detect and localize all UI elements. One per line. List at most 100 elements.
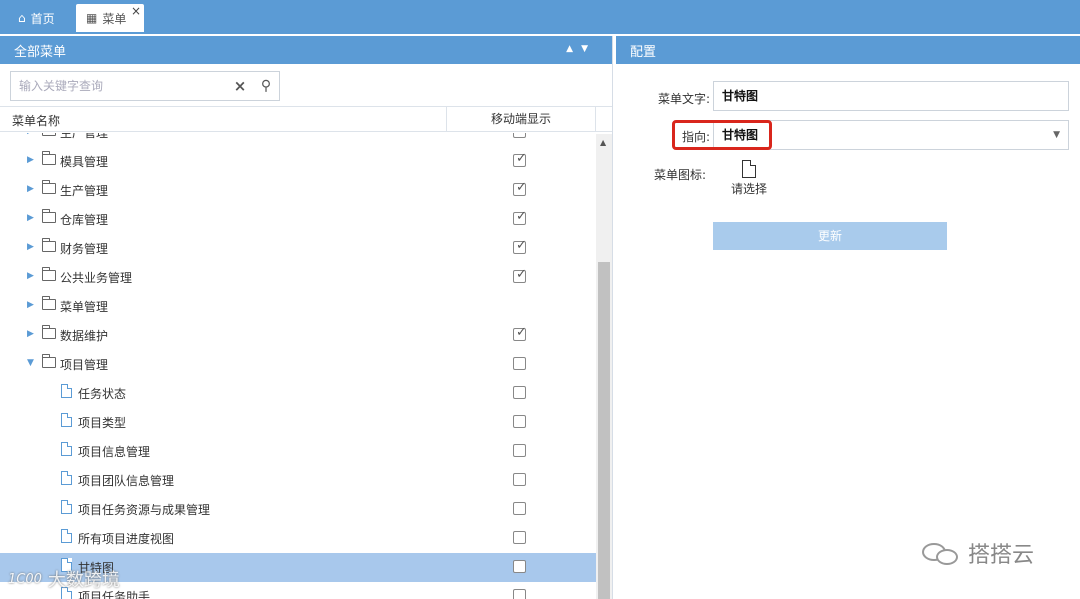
tree-row[interactable]: ▶ 生产管理 ✓ [0, 133, 596, 147]
tab-home[interactable]: ⌂ 首页 [8, 4, 65, 32]
tree-row[interactable]: 项目团队信息管理 [0, 466, 596, 495]
chevron-right-icon[interactable]: ▶ [27, 155, 34, 165]
tab-menu[interactable]: ▦ 菜单 × [76, 4, 144, 32]
file-icon [61, 500, 72, 514]
chevron-down-icon[interactable]: ▼ [27, 358, 34, 368]
mobile-display-checkbox[interactable] [513, 502, 526, 515]
search-icon[interactable]: ⚲ [253, 78, 279, 94]
close-icon[interactable]: × [131, 4, 141, 18]
check-icon: ✓ [516, 209, 527, 224]
folder-icon [42, 133, 56, 136]
tree-row-label: 菜单管理 [60, 300, 109, 314]
tab-menu-label: 菜单 [102, 11, 127, 26]
update-button[interactable]: 更新 [713, 222, 947, 250]
menu-tree-panel: 全部菜单 ▲▼ × ⚲ 菜单名称 移动端显示 ▶生产管理✓▶模具管理✓▶生产管理… [0, 36, 613, 599]
mobile-display-checkbox[interactable] [513, 357, 526, 370]
column-mobile-display: 移动端显示 [446, 107, 596, 131]
mobile-display-checkbox[interactable]: ✓ [513, 267, 527, 283]
check-icon: ✓ [516, 151, 527, 166]
mobile-display-checkbox[interactable] [513, 473, 526, 486]
menu-tree-header: 全部菜单 ▲▼ [0, 36, 612, 64]
tree-row[interactable]: ▶ 数据维护 ✓ [0, 321, 596, 350]
chevron-right-icon[interactable]: ▶ [27, 242, 34, 252]
menu-text-field[interactable]: 甘特图 [713, 81, 1069, 111]
search-input[interactable] [11, 73, 227, 99]
tree-row-label: 数据维护 [60, 329, 109, 343]
tree-row[interactable]: ▶ 生产管理 ✓ [0, 176, 596, 205]
watermark-logo: 1C00 [8, 571, 42, 587]
chevron-right-icon[interactable]: ▶ [27, 213, 34, 223]
mobile-display-checkbox[interactable]: ✓ [513, 180, 527, 196]
folder-open-icon [42, 354, 56, 368]
tree-row[interactable]: ▶ 财务管理 ✓ [0, 234, 596, 263]
folder-icon [42, 238, 56, 252]
mobile-display-checkbox[interactable] [513, 589, 526, 599]
config-title: 配置 [630, 44, 657, 60]
clear-icon[interactable]: × [227, 77, 253, 95]
tree-row[interactable]: ▶ 菜单管理 [0, 292, 596, 321]
menu-text-label: 菜单文字: [658, 92, 711, 106]
mobile-display-checkbox[interactable] [513, 386, 526, 399]
check-icon: ✓ [516, 180, 527, 195]
folder-icon [42, 151, 56, 165]
watermark-left-text: 大数跨境 [47, 570, 120, 591]
chevron-right-icon[interactable]: ▶ [27, 271, 34, 281]
watermark-right-text: 搭搭云 [968, 543, 1035, 568]
folder-icon [42, 180, 56, 194]
wechat-icon [922, 539, 962, 567]
watermark-left: 1C00 大数跨境 [8, 566, 120, 592]
tree-row[interactable]: 项目任务资源与成果管理 [0, 495, 596, 524]
scroll-thumb[interactable] [598, 262, 610, 599]
tree-column-header: 菜单名称 移动端显示 [0, 106, 612, 132]
home-icon: ⌂ [18, 11, 26, 25]
tree-scrollbar[interactable]: ▲ [596, 134, 612, 599]
chevron-right-icon[interactable]: ▶ [27, 184, 34, 194]
menu-tree-title: 全部菜单 [14, 44, 67, 60]
tree-row-label: 项目信息管理 [78, 445, 151, 459]
mobile-display-checkbox[interactable]: ✓ [513, 325, 527, 341]
mobile-display-checkbox[interactable]: ✓ [513, 151, 527, 167]
tree-row-label: 模具管理 [60, 155, 109, 169]
config-header: 配置 [616, 36, 1080, 64]
chevron-down-icon: ▼ [1053, 130, 1060, 140]
folder-icon [42, 267, 56, 281]
icon-picker[interactable] [738, 160, 758, 180]
mobile-display-checkbox[interactable] [513, 531, 526, 544]
tree-row[interactable]: 任务状态 [0, 379, 596, 408]
file-icon [61, 384, 72, 398]
menu-tree: ▶ 生产管理 ✓ ▶ 模具管理 ✓ ▶ 生产管理 ✓ ▶ 仓库管理 ✓ ▶ 财务管理 ✓ ▶ 公共业务管理 ✓ ▶ 菜… [0, 133, 596, 599]
tree-row[interactable]: ▶ 模具管理 ✓ [0, 147, 596, 176]
chevron-right-icon[interactable]: ▶ [27, 133, 34, 136]
tree-row[interactable]: ▶ 仓库管理 ✓ [0, 205, 596, 234]
tree-row[interactable]: ▶ 公共业务管理 ✓ [0, 263, 596, 292]
tree-row-label: 生产管理 [60, 184, 109, 198]
tree-row-label: 公共业务管理 [60, 271, 133, 285]
tab-bar: ⌂ 首页 ▦ 菜单 × [0, 0, 1080, 34]
tree-row[interactable]: 所有项目进度视图 [0, 524, 596, 553]
chevron-right-icon[interactable]: ▶ [27, 329, 34, 339]
column-menu-name: 菜单名称 [12, 114, 61, 128]
tree-row-label: 项目管理 [60, 358, 109, 372]
file-icon [742, 160, 756, 178]
mobile-display-checkbox[interactable]: ✓ [513, 133, 527, 138]
mobile-display-checkbox[interactable]: ✓ [513, 238, 527, 254]
check-icon: ✓ [516, 267, 527, 282]
file-icon [61, 471, 72, 485]
scroll-up-icon[interactable]: ▲ [600, 138, 606, 147]
tree-row[interactable]: 项目信息管理 [0, 437, 596, 466]
folder-icon [42, 209, 56, 223]
tree-row[interactable]: ▼ 项目管理 [0, 350, 596, 379]
check-icon: ✓ [516, 238, 527, 253]
tree-row[interactable]: 项目类型 [0, 408, 596, 437]
collapse-expand-icons[interactable]: ▲▼ [566, 44, 596, 54]
mobile-display-checkbox[interactable] [513, 415, 526, 428]
mobile-display-checkbox[interactable] [513, 560, 526, 573]
tree-row-label: 项目团队信息管理 [78, 474, 175, 488]
tree-row-label: 项目任务资源与成果管理 [78, 503, 211, 517]
tree-row-label: 生产管理 [60, 133, 109, 140]
icon-choose-text[interactable]: 请选择 [731, 180, 767, 197]
menu-icon-label: 菜单图标: [654, 168, 707, 182]
mobile-display-checkbox[interactable] [513, 444, 526, 457]
chevron-right-icon[interactable]: ▶ [27, 300, 34, 310]
mobile-display-checkbox[interactable]: ✓ [513, 209, 527, 225]
